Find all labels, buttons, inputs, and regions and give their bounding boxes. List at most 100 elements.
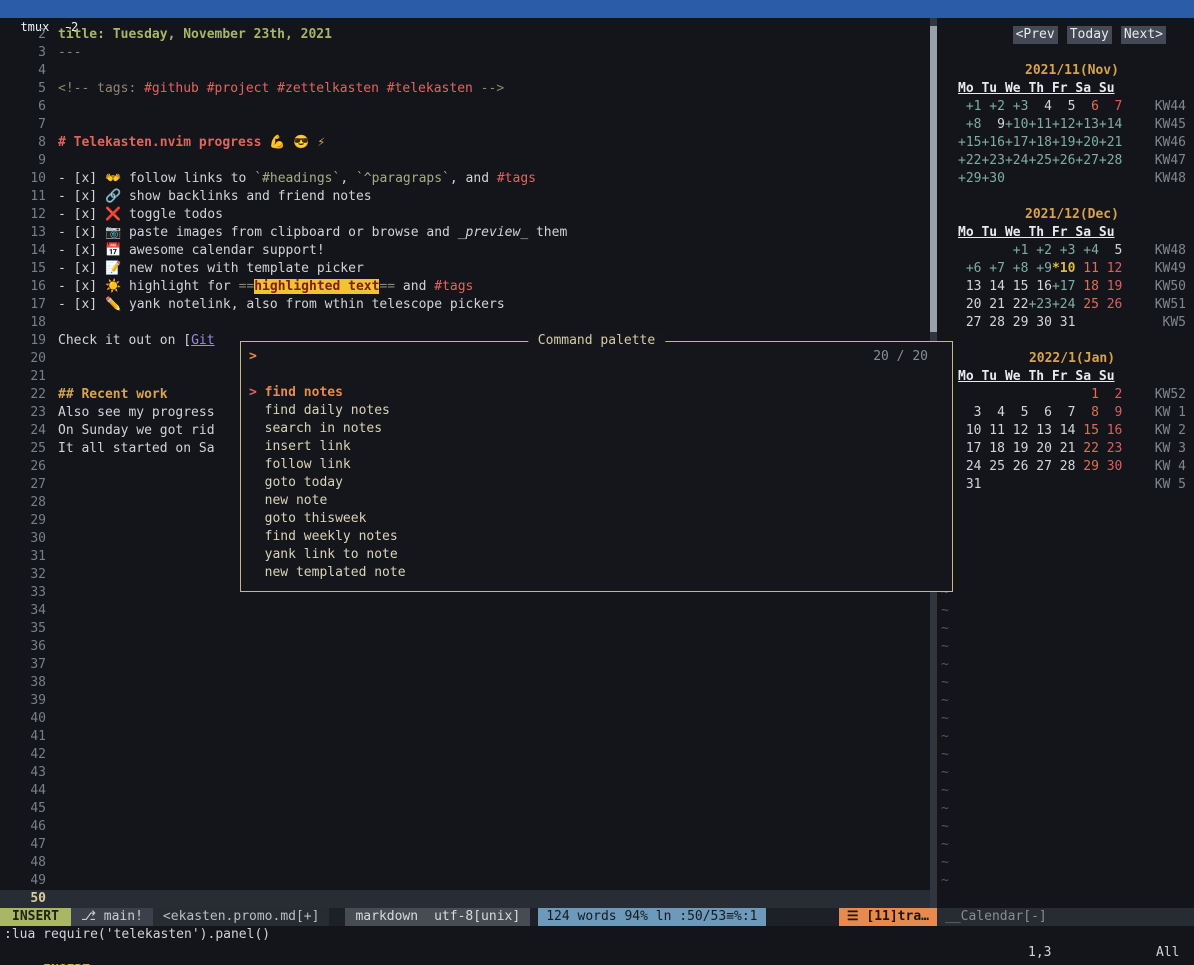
calendar-day[interactable]: 18 [981, 441, 1004, 456]
calendar-day[interactable]: 31 [958, 477, 981, 492]
editor-line[interactable]: 11- [x] 🔗 show backlinks and friend note… [0, 188, 930, 206]
editor-line[interactable]: 9 [0, 152, 930, 170]
palette-item[interactable]: new templated note [241, 564, 952, 582]
calendar-day[interactable]: 7 [1052, 405, 1075, 420]
calendar-day[interactable]: +15 [958, 135, 981, 150]
calendar-day[interactable]: +13 [1075, 117, 1098, 132]
calendar-day[interactable]: 31 [1052, 315, 1075, 330]
calendar-day[interactable]: 25 [981, 459, 1004, 474]
calendar-day[interactable]: 11 [1075, 261, 1098, 276]
editor-line[interactable]: 42 [0, 746, 930, 764]
calendar-day[interactable]: 29 [1075, 459, 1098, 474]
calendar-day[interactable]: 22 [1075, 441, 1098, 456]
calendar-day[interactable]: 20 [1028, 441, 1051, 456]
calendar-day[interactable]: 19 [1099, 279, 1122, 294]
calendar-day[interactable]: +24 [1005, 153, 1028, 168]
calendar-day[interactable]: +22 [958, 153, 981, 168]
calendar-day[interactable]: 8 [1075, 405, 1098, 420]
palette-item[interactable]: new note [241, 492, 952, 510]
calendar-day[interactable]: 14 [1052, 423, 1075, 438]
calendar-day[interactable]: 6 [1075, 99, 1098, 114]
calendar-day[interactable]: 16 [1099, 423, 1122, 438]
calendar-day[interactable]: 30 [1028, 315, 1051, 330]
editor-line[interactable]: 10- [x] 👐 follow links to `#headings`, `… [0, 170, 930, 188]
prev-button[interactable]: <Prev [1013, 26, 1058, 44]
editor-line[interactable]: 46 [0, 818, 930, 836]
calendar-day[interactable]: +20 [1075, 135, 1098, 150]
editor-line[interactable]: 49 [0, 872, 930, 890]
calendar-day[interactable]: +4 [1075, 243, 1098, 258]
calendar-day[interactable]: +3 [1052, 243, 1075, 258]
calendar-day[interactable]: 23 [1099, 441, 1122, 456]
calendar-day[interactable]: +17 [1005, 135, 1028, 150]
calendar-day[interactable]: +28 [1099, 153, 1122, 168]
editor-line[interactable]: 17- [x] ✏️ yank notelink, also from wthi… [0, 296, 930, 314]
calendar-day[interactable]: +27 [1075, 153, 1098, 168]
calendar-day[interactable]: 21 [981, 297, 1004, 312]
calendar-day[interactable]: +1 [1005, 243, 1028, 258]
editor-line[interactable]: 43 [0, 764, 930, 782]
calendar-day[interactable]: 26 [1099, 297, 1122, 312]
calendar-day[interactable]: 3 [958, 405, 981, 420]
calendar-day[interactable]: 27 [958, 315, 981, 330]
editor-line[interactable]: 2title: Tuesday, November 23th, 2021 [0, 26, 930, 44]
calendar-day[interactable]: 19 [1005, 441, 1028, 456]
calendar-day[interactable]: +7 [981, 261, 1004, 276]
palette-input[interactable]: > 20 / 20 [241, 348, 952, 366]
calendar-day[interactable]: 21 [1052, 441, 1075, 456]
calendar-day[interactable]: +11 [1028, 117, 1051, 132]
editor-line[interactable]: 39 [0, 692, 930, 710]
calendar-day[interactable]: 12 [1099, 261, 1122, 276]
editor-line[interactable]: 45 [0, 800, 930, 818]
editor-line[interactable]: 13- [x] 📷 paste images from clipboard or… [0, 224, 930, 242]
calendar-day[interactable]: +14 [1099, 117, 1122, 132]
calendar-day[interactable]: +17 [1052, 279, 1075, 294]
editor-line[interactable]: 14- [x] 📅 awesome calendar support! [0, 242, 930, 260]
editor-line[interactable]: 34 [0, 602, 930, 620]
calendar-day[interactable]: +23 [1028, 297, 1051, 312]
calendar-day[interactable]: 9 [981, 117, 1004, 132]
calendar-day[interactable]: +12 [1052, 117, 1075, 132]
calendar-day[interactable]: 5 [1052, 99, 1075, 114]
editor-line[interactable]: 8# Telekasten.nvim progress 💪 😎 ⚡ [0, 134, 930, 152]
calendar-day[interactable]: +8 [958, 117, 981, 132]
palette-item[interactable]: follow link [241, 456, 952, 474]
editor-line[interactable]: 36 [0, 638, 930, 656]
calendar-day[interactable]: 22 [1005, 297, 1028, 312]
calendar-day[interactable]: 28 [981, 315, 1004, 330]
calendar-day[interactable]: +30 [981, 171, 1004, 186]
calendar-day[interactable]: 29 [1005, 315, 1028, 330]
calendar-day[interactable]: 12 [1005, 423, 1028, 438]
calendar-day[interactable]: +29 [958, 171, 981, 186]
calendar-day[interactable]: +10 [1005, 117, 1028, 132]
calendar-day[interactable]: 20 [958, 297, 981, 312]
palette-item[interactable]: find daily notes [241, 402, 952, 420]
editor-line[interactable]: 44 [0, 782, 930, 800]
calendar-day[interactable]: 15 [1005, 279, 1028, 294]
editor-line[interactable]: 4 [0, 62, 930, 80]
editor-line[interactable]: 38 [0, 674, 930, 692]
calendar-day[interactable]: 7 [1099, 99, 1122, 114]
calendar-day[interactable]: +25 [1028, 153, 1051, 168]
calendar-day[interactable]: *10 [1052, 261, 1075, 276]
calendar-day[interactable]: +18 [1028, 135, 1051, 150]
calendar-day[interactable]: +1 [958, 99, 981, 114]
calendar-day[interactable]: 11 [981, 423, 1004, 438]
calendar-day[interactable]: +2 [981, 99, 1004, 114]
calendar-day[interactable]: +21 [1099, 135, 1122, 150]
calendar-day[interactable]: 28 [1052, 459, 1075, 474]
calendar-day[interactable]: 5 [1099, 243, 1122, 258]
calendar-day[interactable]: +3 [1005, 99, 1028, 114]
editor-line[interactable]: 6 [0, 98, 930, 116]
editor-line[interactable]: 18 [0, 314, 930, 332]
calendar-day[interactable]: 26 [1005, 459, 1028, 474]
calendar-day[interactable]: +9 [1028, 261, 1051, 276]
editor-line[interactable]: 37 [0, 656, 930, 674]
calendar-day[interactable]: +6 [958, 261, 981, 276]
next-button[interactable]: Next> [1121, 26, 1166, 44]
editor-line[interactable]: 48 [0, 854, 930, 872]
calendar-day[interactable]: 13 [1028, 423, 1051, 438]
editor-line[interactable]: 12- [x] ❌ toggle todos [0, 206, 930, 224]
calendar-day[interactable]: 13 [958, 279, 981, 294]
palette-item[interactable]: insert link [241, 438, 952, 456]
